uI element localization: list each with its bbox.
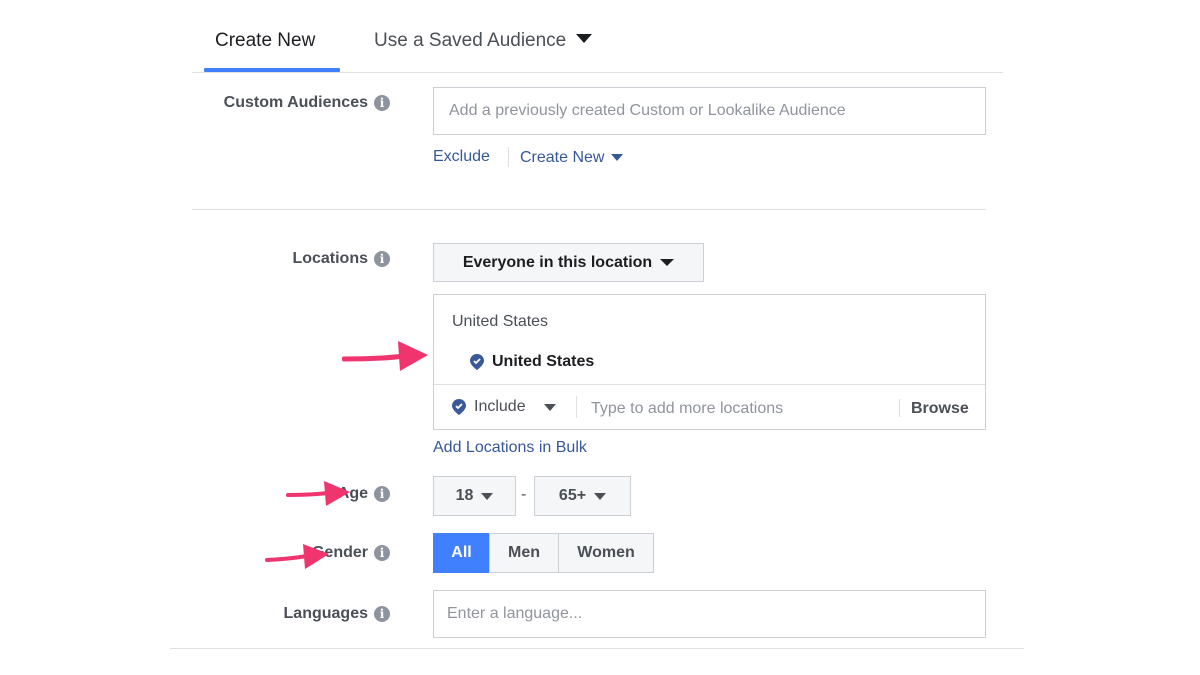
language-input[interactable]: Enter a language... bbox=[433, 590, 986, 638]
info-icon[interactable]: i bbox=[374, 95, 390, 111]
browse-separator bbox=[899, 399, 900, 417]
include-separator bbox=[576, 396, 577, 418]
add-locations-bulk-link[interactable]: Add Locations in Bulk bbox=[433, 439, 587, 457]
age-min-value: 18 bbox=[455, 487, 474, 504]
annotation-arrow-icon bbox=[342, 341, 428, 371]
custom-audiences-label-text: Custom Audiences bbox=[223, 94, 368, 111]
chevron-down-icon bbox=[660, 259, 675, 266]
location-group-title: United States bbox=[452, 313, 549, 330]
tab-create-new[interactable]: Create New bbox=[215, 30, 315, 52]
annotation-arrow-icon bbox=[265, 544, 329, 569]
location-type-label: Everyone in this location bbox=[462, 253, 653, 271]
include-dropdown[interactable]: Include bbox=[452, 398, 556, 416]
age-min-dropdown[interactable]: 18 bbox=[433, 476, 516, 516]
link-separator bbox=[508, 147, 509, 167]
tabs-divider bbox=[192, 72, 1003, 73]
location-pin-icon bbox=[452, 399, 466, 415]
info-icon[interactable]: i bbox=[374, 545, 390, 561]
include-label: Include bbox=[474, 398, 526, 415]
location-box-divider bbox=[434, 384, 985, 385]
languages-label: Languages i bbox=[284, 605, 390, 623]
location-search-input[interactable]: Type to add more locations bbox=[591, 400, 783, 418]
age-max-value: 65+ bbox=[558, 487, 587, 504]
custom-audience-placeholder: Add a previously created Custom or Looka… bbox=[449, 102, 846, 119]
tab-saved-audience-label: Use a Saved Audience bbox=[374, 30, 567, 51]
create-new-audience-label: Create New bbox=[520, 149, 605, 166]
bottom-divider bbox=[170, 648, 1024, 649]
annotation-arrow-icon bbox=[286, 481, 350, 506]
exclude-link[interactable]: Exclude bbox=[433, 148, 490, 166]
chevron-down-icon bbox=[543, 403, 556, 411]
selected-location-label: United States bbox=[492, 353, 595, 370]
chevron-down-icon bbox=[610, 154, 623, 162]
tab-use-saved-audience[interactable]: Use a Saved Audience bbox=[374, 30, 592, 52]
location-pin-icon bbox=[470, 354, 484, 370]
gender-women-button[interactable]: Women bbox=[558, 533, 654, 573]
chevron-down-icon bbox=[575, 34, 592, 44]
browse-button[interactable]: Browse bbox=[911, 400, 969, 418]
gender-men-button[interactable]: Men bbox=[489, 533, 559, 573]
custom-audience-input[interactable]: Add a previously created Custom or Looka… bbox=[433, 87, 986, 135]
info-icon[interactable]: i bbox=[374, 251, 390, 267]
chevron-down-icon bbox=[481, 492, 494, 500]
info-icon[interactable]: i bbox=[374, 486, 390, 502]
section-divider bbox=[192, 209, 986, 210]
gender-all-button[interactable]: All bbox=[433, 533, 490, 573]
custom-audiences-label: Custom Audiences i bbox=[224, 94, 390, 112]
language-placeholder: Enter a language... bbox=[447, 605, 583, 622]
location-type-dropdown[interactable]: Everyone in this location bbox=[433, 243, 704, 282]
locations-label: Locations i bbox=[292, 250, 390, 268]
languages-label-text: Languages bbox=[283, 605, 368, 622]
age-range-separator: - bbox=[521, 486, 527, 503]
age-max-dropdown[interactable]: 65+ bbox=[534, 476, 631, 516]
chevron-down-icon bbox=[594, 492, 607, 500]
location-box: United States United States Include Type… bbox=[433, 294, 986, 430]
create-new-audience-link[interactable]: Create New bbox=[520, 149, 623, 167]
selected-location[interactable]: United States bbox=[470, 353, 594, 371]
info-icon[interactable]: i bbox=[374, 606, 390, 622]
locations-label-text: Locations bbox=[292, 250, 368, 267]
